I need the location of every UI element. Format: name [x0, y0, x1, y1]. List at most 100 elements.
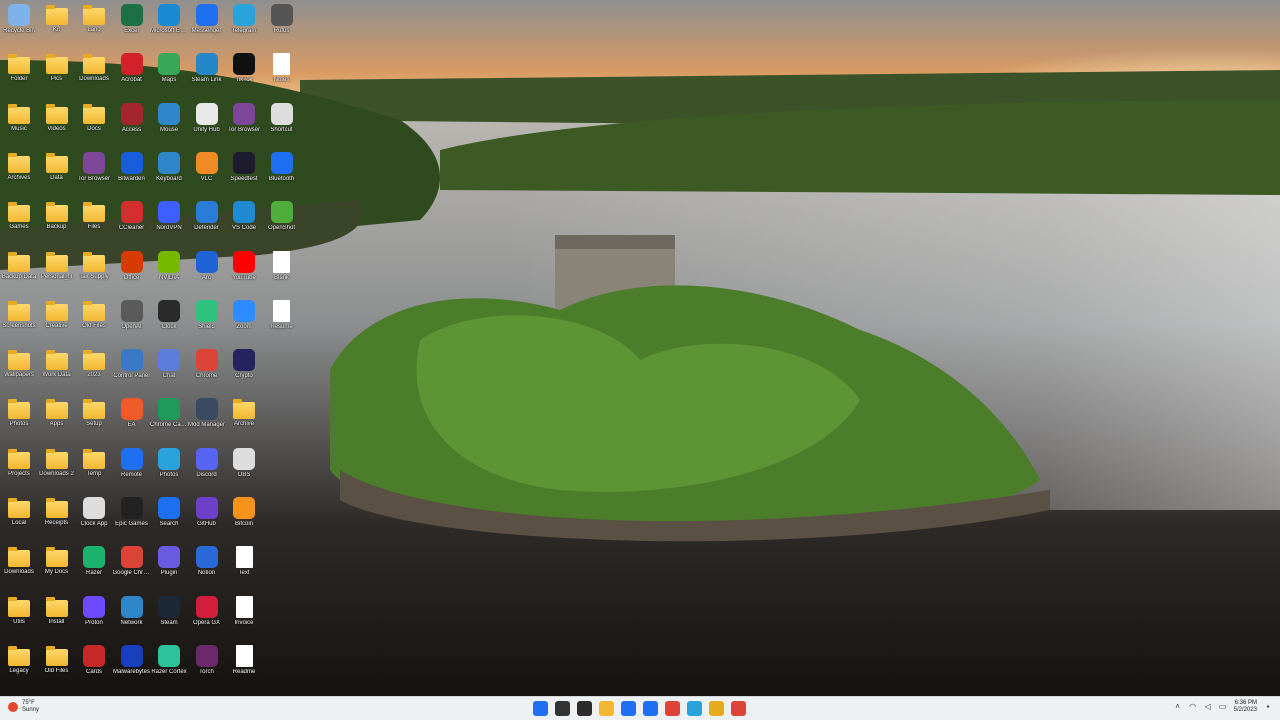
desktop-icon[interactable]: Tor Browser: [226, 100, 262, 146]
desktop-icon[interactable]: Archive: [226, 395, 262, 441]
desktop-icon[interactable]: Docs: [76, 100, 112, 146]
store-button[interactable]: [621, 701, 636, 716]
chrome-canary-button[interactable]: [709, 701, 724, 716]
desktop-icon[interactable]: Proton: [76, 593, 112, 639]
desktop-icon[interactable]: Steam: [151, 593, 187, 639]
desktop-icon[interactable]: Lang: [76, 1, 112, 47]
desktop-icon[interactable]: Projects: [1, 445, 37, 491]
desktop-icon[interactable]: Setup: [76, 395, 112, 441]
desktop-icon[interactable]: Screenshots: [1, 297, 37, 343]
desktop-icon[interactable]: Chrome Canary: [150, 395, 188, 441]
desktop-icon[interactable]: Music: [1, 100, 37, 146]
desktop-icon[interactable]: Malwarebytes: [113, 642, 150, 688]
desktop-icon[interactable]: Access: [114, 100, 150, 146]
battery-icon[interactable]: ▭: [1219, 703, 1227, 711]
desktop-icon[interactable]: Bitcoin: [226, 494, 262, 540]
desktop-icon[interactable]: Clock App: [76, 494, 112, 540]
desktop-icon[interactable]: Network: [114, 593, 150, 639]
desktop-icon[interactable]: Discord: [189, 445, 225, 491]
desktop-icon[interactable]: Temp: [76, 445, 112, 491]
desktop-icon[interactable]: Files: [76, 198, 112, 244]
desktop-icon[interactable]: Torch: [189, 642, 225, 688]
desktop-icon[interactable]: Utils: [1, 593, 37, 639]
desktop-icon[interactable]: Arc: [189, 248, 225, 294]
desktop-icon[interactable]: Opera GX: [189, 593, 225, 639]
desktop-icon[interactable]: Speedtest: [226, 149, 262, 195]
desktop-icon[interactable]: Pics: [39, 50, 75, 96]
desktop-icon[interactable]: Legacy: [1, 642, 37, 688]
desktop-icon[interactable]: 2023: [76, 346, 112, 392]
file-explorer-button[interactable]: [599, 701, 614, 716]
desktop-icon[interactable]: Shortcut: [264, 100, 300, 146]
desktop-icon[interactable]: Chrome: [189, 346, 225, 392]
desktop-icon[interactable]: Bluetooth: [264, 149, 300, 195]
desktop-icon[interactable]: Videos: [39, 100, 75, 146]
desktop-icon[interactable]: Readme: [226, 642, 262, 688]
desktop-icon[interactable]: Cards: [76, 642, 112, 688]
desktop-icon[interactable]: VLC: [189, 149, 225, 195]
desktop-icon[interactable]: Epic Games: [114, 494, 150, 540]
desktop-icon[interactable]: Clock: [151, 297, 187, 343]
terminal-button[interactable]: [577, 701, 592, 716]
desktop-icon[interactable]: Install: [39, 593, 75, 639]
desktop-icon[interactable]: Downloads: [76, 50, 112, 96]
clock[interactable]: 6:36 PM 5/2/2023: [1234, 700, 1257, 714]
desktop-icon[interactable]: GitHub: [189, 494, 225, 540]
desktop-icon[interactable]: Control Panel: [113, 346, 150, 392]
desktop-icon[interactable]: Games: [1, 198, 37, 244]
desktop-icon[interactable]: Receipts: [39, 494, 75, 540]
desktop-icon[interactable]: Steam Link: [189, 50, 225, 96]
weather-widget[interactable]: 75°F Sunny: [8, 700, 39, 714]
desktop-icon[interactable]: Personal_fil: [39, 248, 75, 294]
volume-icon[interactable]: ◁: [1204, 703, 1212, 711]
desktop-icon[interactable]: Microsoft Edge: [150, 1, 188, 47]
desktop-icon[interactable]: Unity Hub: [189, 100, 225, 146]
notepad-button[interactable]: [687, 701, 702, 716]
desktop-icon[interactable]: My Docs: [39, 543, 75, 589]
desktop-icon[interactable]: Bitwarden: [114, 149, 150, 195]
desktop-icon[interactable]: Kit: [39, 1, 75, 47]
chevron-up-icon[interactable]: ˄: [1174, 703, 1182, 711]
desktop-icon[interactable]: Archives: [1, 149, 37, 195]
desktop-icon[interactable]: Photos: [1, 395, 37, 441]
desktop-icon[interactable]: Keyboard: [151, 149, 187, 195]
desktop-icon[interactable]: NVIDIA: [151, 248, 187, 294]
desktop-icon[interactable]: Remote: [114, 445, 150, 491]
desktop-icon[interactable]: Old Files: [39, 642, 75, 688]
desktop-icon[interactable]: Creative: [39, 297, 75, 343]
start-button[interactable]: [533, 701, 548, 716]
desktop-icon[interactable]: Defender: [189, 198, 225, 244]
desktop-icon[interactable]: Razer: [76, 543, 112, 589]
desktop-icon[interactable]: Backup Data: [1, 248, 37, 294]
desktop-icon[interactable]: TikTok: [226, 50, 262, 96]
desktop-icon[interactable]: Wallpapers: [1, 346, 37, 392]
desktop-icon[interactable]: Telegram: [226, 1, 262, 47]
desktop-icon[interactable]: Old Files: [76, 297, 112, 343]
messenger-button[interactable]: [643, 701, 658, 716]
desktop-icon[interactable]: Backup: [39, 198, 75, 244]
desktop-icon[interactable]: Razer Cortex: [151, 642, 187, 688]
desktop-icon[interactable]: Work Data: [39, 346, 75, 392]
desktop-icon[interactable]: Shield: [189, 297, 225, 343]
desktop-icon[interactable]: EA: [114, 395, 150, 441]
desktop-icon[interactable]: Crypto: [226, 346, 262, 392]
desktop-icon[interactable]: Downloads: [1, 543, 37, 589]
desktop-icon[interactable]: Apps: [39, 395, 75, 441]
desktop-icon[interactable]: Invoice: [226, 593, 262, 639]
chrome-dev-button[interactable]: [731, 701, 746, 716]
desktop-icon[interactable]: Tor Browser: [76, 149, 112, 195]
desktop-icon[interactable]: Acrobat: [114, 50, 150, 96]
desktop-icon[interactable]: Blank: [264, 248, 300, 294]
desktop-icon[interactable]: Tax Supply: [76, 248, 112, 294]
desktop-icon[interactable]: Text: [226, 543, 262, 589]
desktop-icon[interactable]: Excel: [114, 1, 150, 47]
chrome-button[interactable]: [665, 701, 680, 716]
desktop-icon[interactable]: OBS: [226, 445, 262, 491]
desktop-icon[interactable]: Chat: [151, 346, 187, 392]
desktop-icon[interactable]: Office: [114, 248, 150, 294]
desktop-icon[interactable]: Search: [151, 494, 187, 540]
desktop-icon[interactable]: Rufus: [264, 1, 300, 47]
desktop-icon[interactable]: OpenAI: [114, 297, 150, 343]
desktop-icon[interactable]: Recycle Bin: [1, 1, 37, 47]
desktop-icon[interactable]: Plugin: [151, 543, 187, 589]
